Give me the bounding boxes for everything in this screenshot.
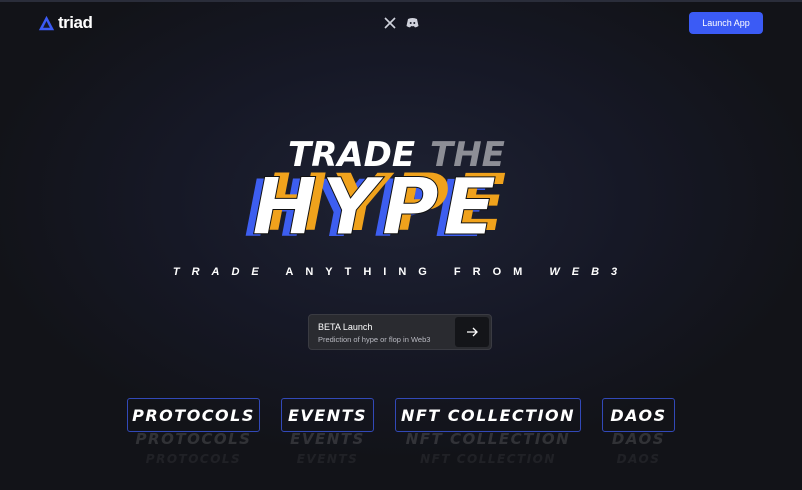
- beta-subtitle: Prediction of hype or flop in Web3: [318, 335, 431, 344]
- category-events-reflection: EVENTS: [290, 430, 365, 448]
- category-nft-collection-reflection-2: NFT COLLECTION: [420, 452, 556, 466]
- beta-arrow-button[interactable]: [455, 317, 489, 347]
- category-nft-collection[interactable]: NFT COLLECTION: [395, 398, 581, 432]
- category-events[interactable]: EVENTS: [281, 398, 374, 432]
- category-protocols-reflection-2: PROTOCOLS: [145, 452, 242, 466]
- hero-title-hype: HYPE: [252, 163, 500, 253]
- category-events-reflection-2: EVENTS: [296, 452, 359, 466]
- tagline-word-2: ANYTHING: [285, 266, 439, 278]
- tagline-word-1: TRADE: [172, 266, 271, 278]
- category-daos-reflection-2: DAOS: [616, 452, 661, 466]
- category-protocols[interactable]: PROTOCOLS: [127, 398, 260, 432]
- beta-launch-card[interactable]: BETA Launch Prediction of hype or flop i…: [308, 314, 492, 350]
- category-nft-collection-reflection: NFT COLLECTION: [405, 430, 571, 448]
- tagline: TRADE ANYTHING FROM WEB3: [0, 266, 802, 278]
- category-daos-reflection: DAOS: [611, 430, 666, 448]
- beta-title: BETA Launch: [318, 322, 373, 332]
- tagline-word-3: FROM: [453, 266, 535, 278]
- category-protocols-reflection: PROTOCOLS: [135, 430, 252, 448]
- arrow-right-icon: [467, 327, 478, 337]
- tagline-word-4: WEB3: [549, 266, 630, 278]
- category-daos[interactable]: DAOS: [602, 398, 675, 432]
